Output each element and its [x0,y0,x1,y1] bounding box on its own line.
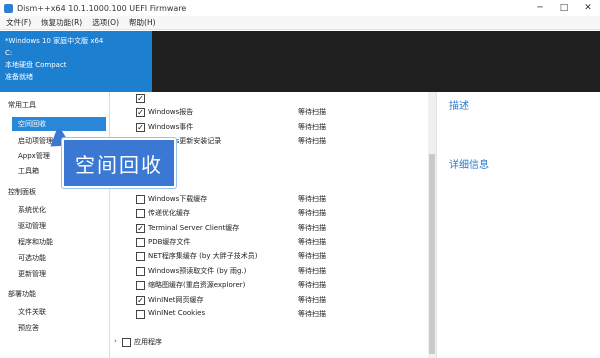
list-item-row[interactable]: Windows预读取文件 (by 雨g.) 等待扫描 [110,265,432,278]
list-item-row[interactable]: NET程序集缓存 (by 大胖子技术员) 等待扫描 [110,250,432,263]
list-item-row[interactable]: 传递优化缓存 等待扫描 [110,207,432,220]
row-label: 应用程序 [134,338,162,347]
list-group-row[interactable]: › 应用程序 [110,336,432,349]
row-label: Windows下载缓存 [148,194,208,203]
row-label: Terminal Server Client缓存 [148,223,240,232]
sidebar-item-appx[interactable]: Appx管理 [18,151,50,161]
checkbox[interactable] [136,194,145,204]
checkbox[interactable]: ✓ [136,295,145,305]
row-label: NET程序集缓存 (by 大胖子技术员) [148,252,258,261]
sidebar-item-drivers[interactable]: 驱动管理 [18,221,46,231]
row-status: 等待扫描 [298,266,326,275]
checkbox[interactable]: ✓ [136,108,145,118]
list-item-row[interactable]: Windows下载缓存 等待扫描 [110,193,432,206]
row-status: 等待扫描 [298,223,326,232]
row-label: 传递优化缓存 [148,209,190,218]
checkbox[interactable] [136,266,145,276]
checkbox[interactable] [136,281,145,291]
details-panel: 描述 详细信息 [436,92,600,358]
checkbox[interactable] [136,252,145,262]
row-label: 缩略图缓存(重启资源explorer) [148,281,246,290]
list-item-row[interactable]: ✓ Windows事件 等待扫描 [110,121,432,134]
sidebar-item-toolbox[interactable]: 工具箱 [18,166,39,176]
row-status: 等待扫描 [298,209,326,218]
menu-options[interactable]: 选项(O) [92,17,119,28]
menu-bar: 文件(F) 恢复功能(R) 选项(O) 帮助(H) [0,16,600,30]
details-title: 详细信息 [449,160,489,171]
sidebar-group-control-panel: 控制面板 [8,188,36,196]
row-label: Windows报告 [148,108,194,117]
list-item-row[interactable]: PDB缓存文件 等待扫描 [110,236,432,249]
row-status: 等待扫描 [298,194,326,203]
row-status: 等待扫描 [298,310,326,318]
window-controls: ─ □ ✕ [528,0,600,16]
window-title: Dism++x64 10.1.1000.100 UEFI Firmware [17,3,187,13]
list-item-row[interactable]: ✓ Windows报告 等待扫描 [110,106,432,119]
row-status: 等待扫描 [298,252,326,261]
menu-file[interactable]: 文件(F) [6,17,31,28]
app-icon [4,3,13,13]
sidebar-group-common-tools: 常用工具 [8,101,36,109]
checkbox[interactable] [136,209,145,219]
list-item-row[interactable]: 缩略图缓存(重启资源explorer) 等待扫描 [110,279,432,292]
list-item-row[interactable]: WinINet Cookies 等待扫描 [110,308,432,321]
row-label: Windows预读取文件 (by 雨g.) [148,266,247,275]
expander-icon[interactable]: › [114,337,117,345]
drive-letter: C: [5,49,13,57]
scrollbar-thumb[interactable] [429,154,435,354]
checkbox[interactable] [136,238,145,247]
checkbox[interactable] [122,338,131,348]
list-item-row[interactable]: ✓ Terminal Server Client缓存 等待扫描 [110,222,432,235]
sidebar-item-answer-file[interactable]: 预应答 [18,323,39,333]
row-status: 等待扫描 [298,108,326,117]
row-status: 等待扫描 [298,122,326,131]
sidebar-item-optional-features[interactable]: 可选功能 [18,253,46,263]
sidebar-item-updates[interactable]: 更新管理 [18,269,46,279]
list-item-row[interactable]: ✓ [110,92,432,105]
row-status: 等待扫描 [298,295,326,304]
sidebar-item-file-association[interactable]: 文件关联 [18,307,46,317]
row-label: WinINet Cookies [148,309,206,317]
disk-type: 本地硬盘 Compact [5,61,67,69]
row-status: 等待扫描 [298,137,326,146]
menu-help[interactable]: 帮助(H) [129,17,156,28]
status-text: 准备就绪 [5,73,33,81]
sidebar-item-programs[interactable]: 程序和功能 [18,237,53,247]
callout-label: 空间回收 [75,152,163,177]
row-label: PDB缓存文件 [148,238,191,246]
title-bar: Dism++x64 10.1.1000.100 UEFI Firmware ─ … [0,0,600,16]
maximize-button[interactable]: □ [552,0,576,16]
description-title: 描述 [449,101,469,112]
cleanup-item-list: ✓ ✓ Windows报告 等待扫描 ✓ Windows事件 等待扫描 Windows更新安装… [110,92,436,358]
menu-restore[interactable]: 恢复功能(R) [41,17,82,28]
row-label: Windows事件 [148,122,194,131]
sidebar-group-deployment: 部署功能 [8,290,36,298]
list-item-row[interactable]: ✓ WinINet网页缓存 等待扫描 [110,294,432,307]
list-scrollbar[interactable] [428,92,436,358]
space-cleanup-callout: 空间回收 [62,138,176,188]
sidebar-item-system-optimize[interactable]: 系统优化 [18,205,46,215]
checkbox[interactable]: ✓ [136,223,145,233]
session-header: *Windows 10 家庭中文版 x64 C: 本地硬盘 Compact 准备… [0,31,600,92]
session-info-tile[interactable]: *Windows 10 家庭中文版 x64 C: 本地硬盘 Compact 准备… [0,31,152,92]
checkbox[interactable]: ✓ [136,122,145,132]
row-label: WinINet网页缓存 [148,295,204,304]
minimize-button[interactable]: ─ [528,0,552,16]
os-name: *Windows 10 家庭中文版 x64 [5,37,104,45]
row-status: 等待扫描 [298,238,326,246]
close-button[interactable]: ✕ [576,0,600,16]
checkbox[interactable] [136,310,145,319]
checkbox[interactable]: ✓ [136,94,145,103]
row-status: 等待扫描 [298,281,326,290]
